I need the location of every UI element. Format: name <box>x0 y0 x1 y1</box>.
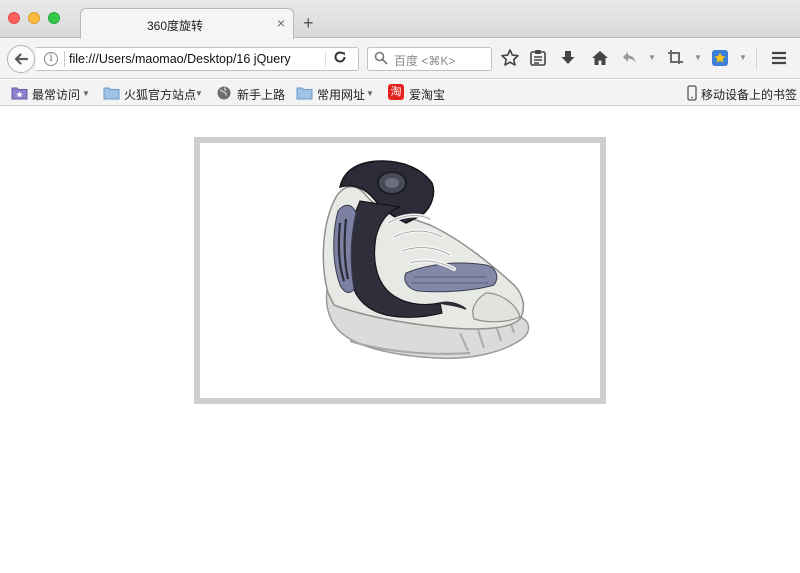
window-minimize-button[interactable] <box>28 12 40 24</box>
folder-icon <box>103 85 120 103</box>
tab-bar: 360度旋转 × + <box>0 0 800 39</box>
undo-dropdown-icon[interactable]: ▼ <box>648 53 656 62</box>
sneaker-product-image[interactable] <box>310 153 530 373</box>
bookmark-mobile[interactable]: 移动设备上的书签 <box>687 84 797 104</box>
back-button[interactable] <box>7 45 35 73</box>
bookmark-firefox-sites[interactable]: 火狐官方站点 ▼ <box>103 84 205 102</box>
bookmark-ai-taobao[interactable]: 淘 爱淘宝 <box>388 84 448 102</box>
search-bar[interactable]: 百度 <⌘K> <box>367 47 492 71</box>
window-maximize-button[interactable] <box>48 12 60 24</box>
reload-icon[interactable] <box>333 50 347 68</box>
bookmark-common-sites[interactable]: 常用网址 ▼ <box>296 84 376 102</box>
url-bar[interactable]: i file:///Users/maomao/Desktop/16 jQuery <box>36 47 359 71</box>
search-icon <box>374 51 388 68</box>
info-icon[interactable]: i <box>44 52 58 66</box>
tab-active[interactable]: 360度旋转 × <box>80 8 294 39</box>
bookmark-label: 爱淘宝 <box>409 88 446 102</box>
bookmark-label: 移动设备上的书签 <box>701 88 798 102</box>
download-icon[interactable] <box>557 48 579 70</box>
crop-dropdown-icon[interactable]: ▼ <box>694 53 702 62</box>
globe-icon <box>216 85 232 104</box>
bookmark-label: 火狐官方站点 <box>124 88 197 102</box>
bookmark-getting-started[interactable]: 新手上路 <box>216 84 286 102</box>
search-input[interactable]: 百度 <⌘K> <box>394 52 455 69</box>
undo-icon[interactable] <box>619 48 641 70</box>
chevron-down-icon: ▼ <box>366 89 374 98</box>
tab-title: 360度旋转 <box>146 19 204 33</box>
url-divider <box>64 51 65 67</box>
folder-icon <box>296 85 313 103</box>
menu-icon[interactable] <box>768 48 790 70</box>
bookmark-most-visited[interactable]: 最常访问 ▼ <box>11 84 91 102</box>
url-input[interactable]: file:///Users/maomao/Desktop/16 jQuery <box>69 52 301 66</box>
favorites-icon[interactable] <box>709 48 731 70</box>
window-close-button[interactable] <box>8 12 20 24</box>
chevron-down-icon: ▼ <box>195 89 203 98</box>
back-icon <box>14 53 29 65</box>
bookmark-label: 常用网址 <box>317 88 366 102</box>
taobao-icon: 淘 <box>388 84 404 100</box>
new-tab-button[interactable]: + <box>303 14 314 32</box>
home-icon[interactable] <box>589 48 611 70</box>
navigation-toolbar: i file:///Users/maomao/Desktop/16 jQuery… <box>0 39 800 79</box>
url-divider-2 <box>325 51 326 67</box>
chevron-down-icon: ▼ <box>82 89 90 98</box>
mobile-device-icon <box>687 85 697 104</box>
bookmark-star-icon[interactable] <box>499 48 521 70</box>
crop-icon[interactable] <box>665 48 687 70</box>
reader-icon[interactable] <box>527 48 549 70</box>
bookmarks-toolbar: 最常访问 ▼ 火狐官方站点 ▼ 新手上路 常用网址 ▼ 淘 爱淘宝 移动设备上的… <box>0 80 800 106</box>
product-frame <box>194 137 606 404</box>
bookmark-label: 最常访问 <box>32 88 81 102</box>
smart-folder-icon <box>11 85 28 103</box>
toolbar-divider <box>756 48 757 70</box>
bookmark-label: 新手上路 <box>237 88 286 102</box>
close-tab-icon[interactable]: × <box>277 15 285 31</box>
favorites-dropdown-icon[interactable]: ▼ <box>739 53 747 62</box>
